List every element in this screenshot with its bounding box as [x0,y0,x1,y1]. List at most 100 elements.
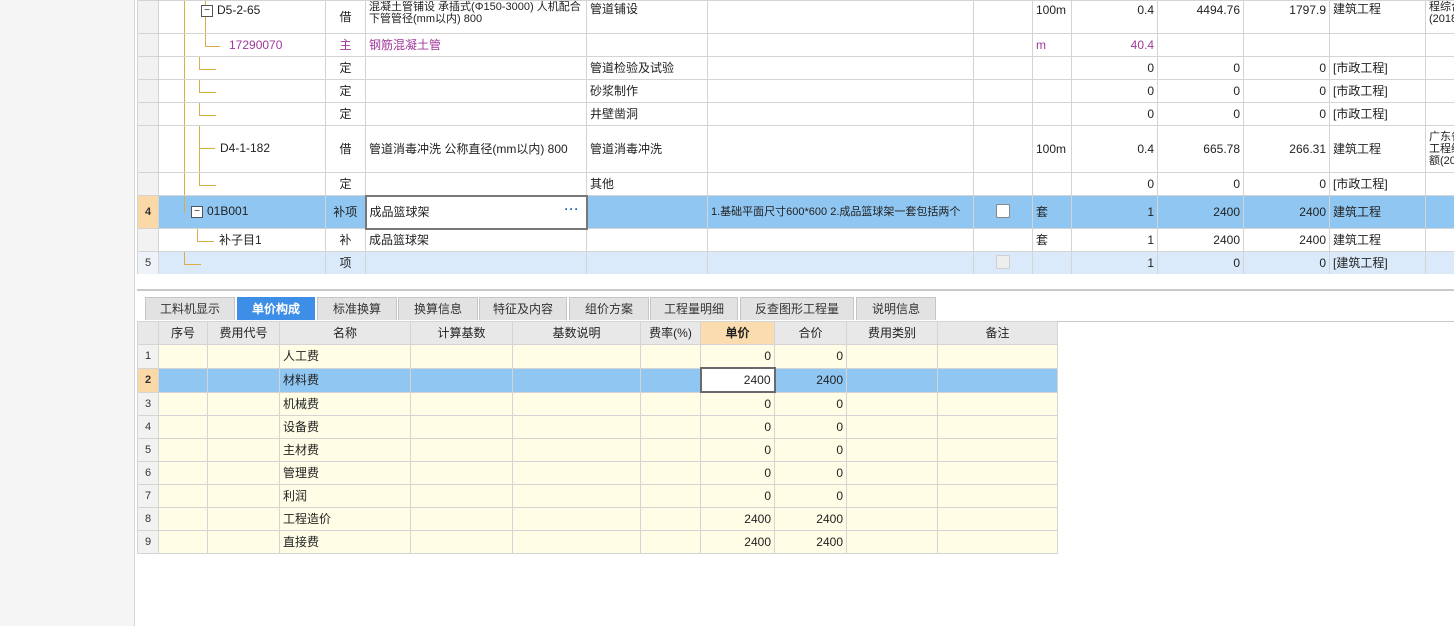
unit-cell[interactable]: 100m [1032,0,1072,34]
seq-cell[interactable] [158,438,208,462]
name-cell[interactable]: 机械费 [279,391,411,416]
category-cell[interactable]: 定 [325,172,366,196]
calc-base-cell[interactable] [410,461,513,485]
quantity-cell[interactable]: 0 [1071,102,1158,126]
rate-cell[interactable] [640,344,701,369]
feature-cell[interactable] [707,0,974,34]
unit-price-cell[interactable]: 0 [700,391,775,416]
total-price-cell[interactable]: 2400 [774,367,847,393]
name-edit-cell[interactable]: 成品篮球架 ··· [364,194,588,230]
total-price-cell[interactable]: 0 [774,438,847,462]
fee-code-cell[interactable] [207,438,280,462]
quantity-cell[interactable]: 1 [1071,195,1158,229]
tab-conversion-info[interactable]: 换算信息 [398,297,478,320]
rate-cell[interactable] [640,530,701,554]
unit-price-cell[interactable]: 2400 [1157,195,1244,229]
seq-cell[interactable] [158,391,208,416]
table-row[interactable]: 3 机械费 0 0 [137,391,1058,416]
quantity-cell[interactable]: 1 [1071,251,1158,274]
total-price-cell[interactable] [1243,33,1330,57]
category-cell[interactable]: 主 [325,33,366,57]
table-row[interactable]: 7 利润 0 0 [137,484,1058,508]
calc-base-cell[interactable] [410,530,513,554]
category-cell[interactable]: 补项 [325,195,366,229]
unit-cell[interactable]: 100m [1032,125,1072,173]
code-cell[interactable]: −01B001 [158,195,326,229]
unit-price-cell[interactable]: 0 [1157,102,1244,126]
feature-cell[interactable]: 1.基础平面尺寸600*600 2.成品篮球架一套包括两个 [707,195,974,229]
header-fee-type[interactable]: 费用类别 [846,321,938,345]
table-row[interactable]: 补子目1 补 成品篮球架 套 1 2400 2400 建筑工程 [137,228,1454,252]
content-cell[interactable]: 管道铺设 [586,0,708,34]
feature-cell[interactable] [707,79,974,103]
table-row[interactable]: D4-1-182 借 管道消毒冲洗 公称直径(mm以内) 800 管道消毒冲洗 … [137,125,1454,173]
fee-code-cell[interactable] [207,530,280,554]
total-price-cell[interactable]: 0 [1243,172,1330,196]
fee-type-cell[interactable] [846,391,938,416]
fee-code-cell[interactable] [207,391,280,416]
name-cell[interactable]: 钢筋混凝土管 [365,33,587,57]
table-row[interactable]: 定 井壁凿洞 0 0 0 [市政工程] [137,102,1454,126]
remark-cell[interactable] [1425,56,1454,80]
unit-price-cell[interactable]: 2400 [700,530,775,554]
total-price-cell[interactable]: 2400 [774,530,847,554]
unit-price-cell[interactable]: 2400 [700,507,775,531]
seq-cell[interactable] [158,415,208,439]
name-cell[interactable]: 管道消毒冲洗 公称直径(mm以内) 800 [365,125,587,173]
total-price-cell[interactable]: 2400 [774,507,847,531]
fee-code-cell[interactable] [207,461,280,485]
tab-description-info[interactable]: 说明信息 [856,297,936,320]
unit-cell[interactable]: m [1032,33,1072,57]
content-cell[interactable]: 其他 [586,172,708,196]
fee-type-cell[interactable] [846,530,938,554]
unit-cell[interactable] [1032,102,1072,126]
seq-cell[interactable] [158,344,208,369]
table-row[interactable]: 5 项 1 0 0 [建筑工程] [137,251,1454,274]
quantity-cell[interactable]: 40.4 [1071,33,1158,57]
content-cell[interactable] [586,195,708,229]
name-cell[interactable]: 管理费 [279,461,411,485]
name-cell[interactable] [365,79,587,103]
unit-cell[interactable] [1032,56,1072,80]
remark-cell[interactable] [937,438,1058,462]
header-calc-base[interactable]: 计算基数 [410,321,513,345]
header-seq[interactable]: 序号 [158,321,208,345]
category-cell[interactable]: 定 [325,102,366,126]
calc-base-cell[interactable] [410,484,513,508]
content-cell[interactable]: 砂浆制作 [586,79,708,103]
unit-price-cell[interactable]: 0 [1157,79,1244,103]
major-cell[interactable]: 建筑工程 [1329,125,1426,173]
quantity-cell[interactable]: 0 [1071,172,1158,196]
name-cell[interactable]: 人工费 [279,344,411,369]
code-cell[interactable]: − D5-2-65 [158,0,326,34]
major-cell[interactable]: [市政工程] [1329,79,1426,103]
code-cell[interactable]: 17290070 [158,33,326,57]
unit-cell[interactable]: 套 [1032,228,1072,252]
fee-type-cell[interactable] [846,484,938,508]
quantity-cell[interactable]: 0 [1071,79,1158,103]
header-name[interactable]: 名称 [279,321,411,345]
fee-type-cell[interactable] [846,367,938,393]
feature-cell[interactable] [707,125,974,173]
rate-cell[interactable] [640,507,701,531]
collapse-toggle-icon[interactable]: − [201,4,213,17]
pane-splitter[interactable] [137,289,1454,291]
code-cell[interactable] [158,56,326,80]
fee-type-cell[interactable] [846,344,938,369]
remark-cell[interactable] [1425,102,1454,126]
seq-cell[interactable] [158,484,208,508]
remark-cell[interactable] [937,507,1058,531]
total-price-cell[interactable]: 2400 [1243,228,1330,252]
category-cell[interactable]: 定 [325,56,366,80]
unit-price-cell[interactable]: 0 [700,461,775,485]
remark-cell[interactable] [937,530,1058,554]
table-row[interactable]: − D5-2-65 借 混凝土管铺设 承插式(Φ150-3000) 人机配合下管管… [137,0,1454,34]
table-row-selected[interactable]: 4 −01B001 补项 成品篮球架 ··· 1.基础平面尺寸600*600 2… [137,194,1454,230]
remark-cell[interactable] [1425,195,1454,229]
fee-code-cell[interactable] [207,484,280,508]
content-cell[interactable]: 管道消毒冲洗 [586,125,708,173]
collapse-toggle-icon[interactable]: − [191,205,203,218]
header-fee-code[interactable]: 费用代号 [207,321,280,345]
remark-cell[interactable] [1425,79,1454,103]
category-cell[interactable]: 借 [325,0,366,34]
